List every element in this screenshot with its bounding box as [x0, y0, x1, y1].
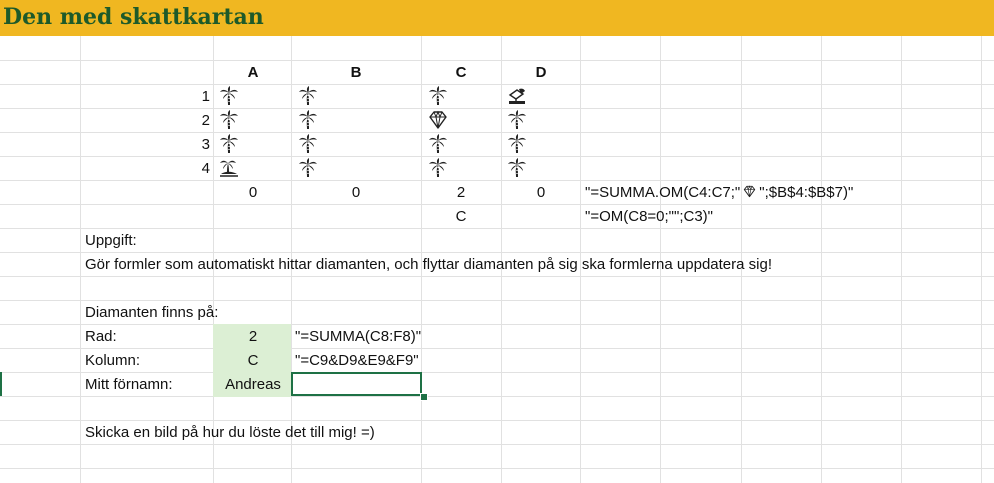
palm-tree-icon: [429, 86, 447, 105]
gridline: [0, 444, 994, 445]
row-formula-text[interactable]: "=SUMMA(C8:F8)": [295, 325, 421, 348]
gridline: [901, 36, 902, 483]
palm-tree-icon: [429, 134, 447, 153]
column-result[interactable]: C: [421, 205, 501, 228]
sum-a[interactable]: 0: [213, 181, 293, 204]
header-c: C: [455, 64, 467, 81]
gridline: [981, 36, 982, 483]
found-heading: Diamanten finns på:: [85, 304, 219, 321]
row-number-4: 4: [201, 160, 210, 177]
active-row-marker: [0, 372, 2, 396]
palm-tree-icon: [220, 134, 238, 153]
palm-tree-icon: [220, 86, 238, 105]
header-b: B: [350, 64, 362, 81]
row-number-1: 1: [201, 88, 210, 105]
task-heading: Uppgift:: [85, 232, 137, 249]
footer-text: Skicka en bild på hur du löste det till …: [85, 424, 375, 441]
if-formula-text[interactable]: "=OM(C8=0;"";C3)": [585, 205, 713, 228]
sum-d[interactable]: 0: [501, 181, 581, 204]
fill-handle[interactable]: [420, 393, 428, 401]
palm-tree-icon: [508, 158, 526, 177]
name-label: Mitt förnamn:: [85, 376, 173, 393]
header-d: D: [535, 64, 547, 81]
flag-icon: [508, 87, 526, 105]
gridline: [0, 324, 994, 325]
sum-c[interactable]: 2: [421, 181, 501, 204]
task-text: Gör formler som automatiskt hittar diama…: [85, 256, 772, 273]
sum-formula-part2: ";$B$4:$B$7)": [759, 184, 854, 201]
gridline: [0, 468, 994, 469]
island-icon: [219, 160, 239, 177]
palm-tree-icon: [429, 158, 447, 177]
diamond-icon: [744, 185, 756, 198]
palm-tree-icon: [299, 134, 317, 153]
sum-formula-text[interactable]: "=SUMMA.OM(C4:C7;" ";$B$4:$B$7)": [585, 181, 853, 204]
sum-formula-part1: "=SUMMA.OM(C4:C7;": [585, 184, 741, 201]
column-value-cell[interactable]: C: [213, 349, 293, 372]
gridline: [0, 276, 994, 277]
name-value-cell[interactable]: Andreas: [213, 373, 293, 396]
selected-cell[interactable]: [291, 372, 422, 396]
row-value-cell[interactable]: 2: [213, 325, 293, 348]
column-label: Kolumn:: [85, 352, 141, 369]
sum-b[interactable]: 0: [291, 181, 421, 204]
gridline: [0, 348, 994, 349]
palm-tree-icon: [508, 134, 526, 153]
gridline: [0, 228, 994, 229]
row-label: Rad:: [85, 328, 117, 345]
column-formula-text[interactable]: "=C9&D9&E9&F9": [295, 349, 419, 372]
palm-tree-icon: [220, 110, 238, 129]
palm-tree-icon: [508, 110, 526, 129]
gridline: [821, 36, 822, 483]
row-number-2: 2: [201, 112, 210, 129]
header-a: A: [247, 64, 259, 81]
palm-tree-icon: [299, 158, 317, 177]
title-banner: Den med skattkartan: [0, 0, 994, 36]
palm-tree-icon: [299, 110, 317, 129]
palm-tree-icon: [299, 86, 317, 105]
sheet-title: Den med skattkartan: [3, 4, 264, 30]
gridline: [80, 36, 81, 483]
gridline: [0, 396, 994, 397]
diamond-icon: [429, 111, 447, 129]
row-number-3: 3: [201, 136, 210, 153]
